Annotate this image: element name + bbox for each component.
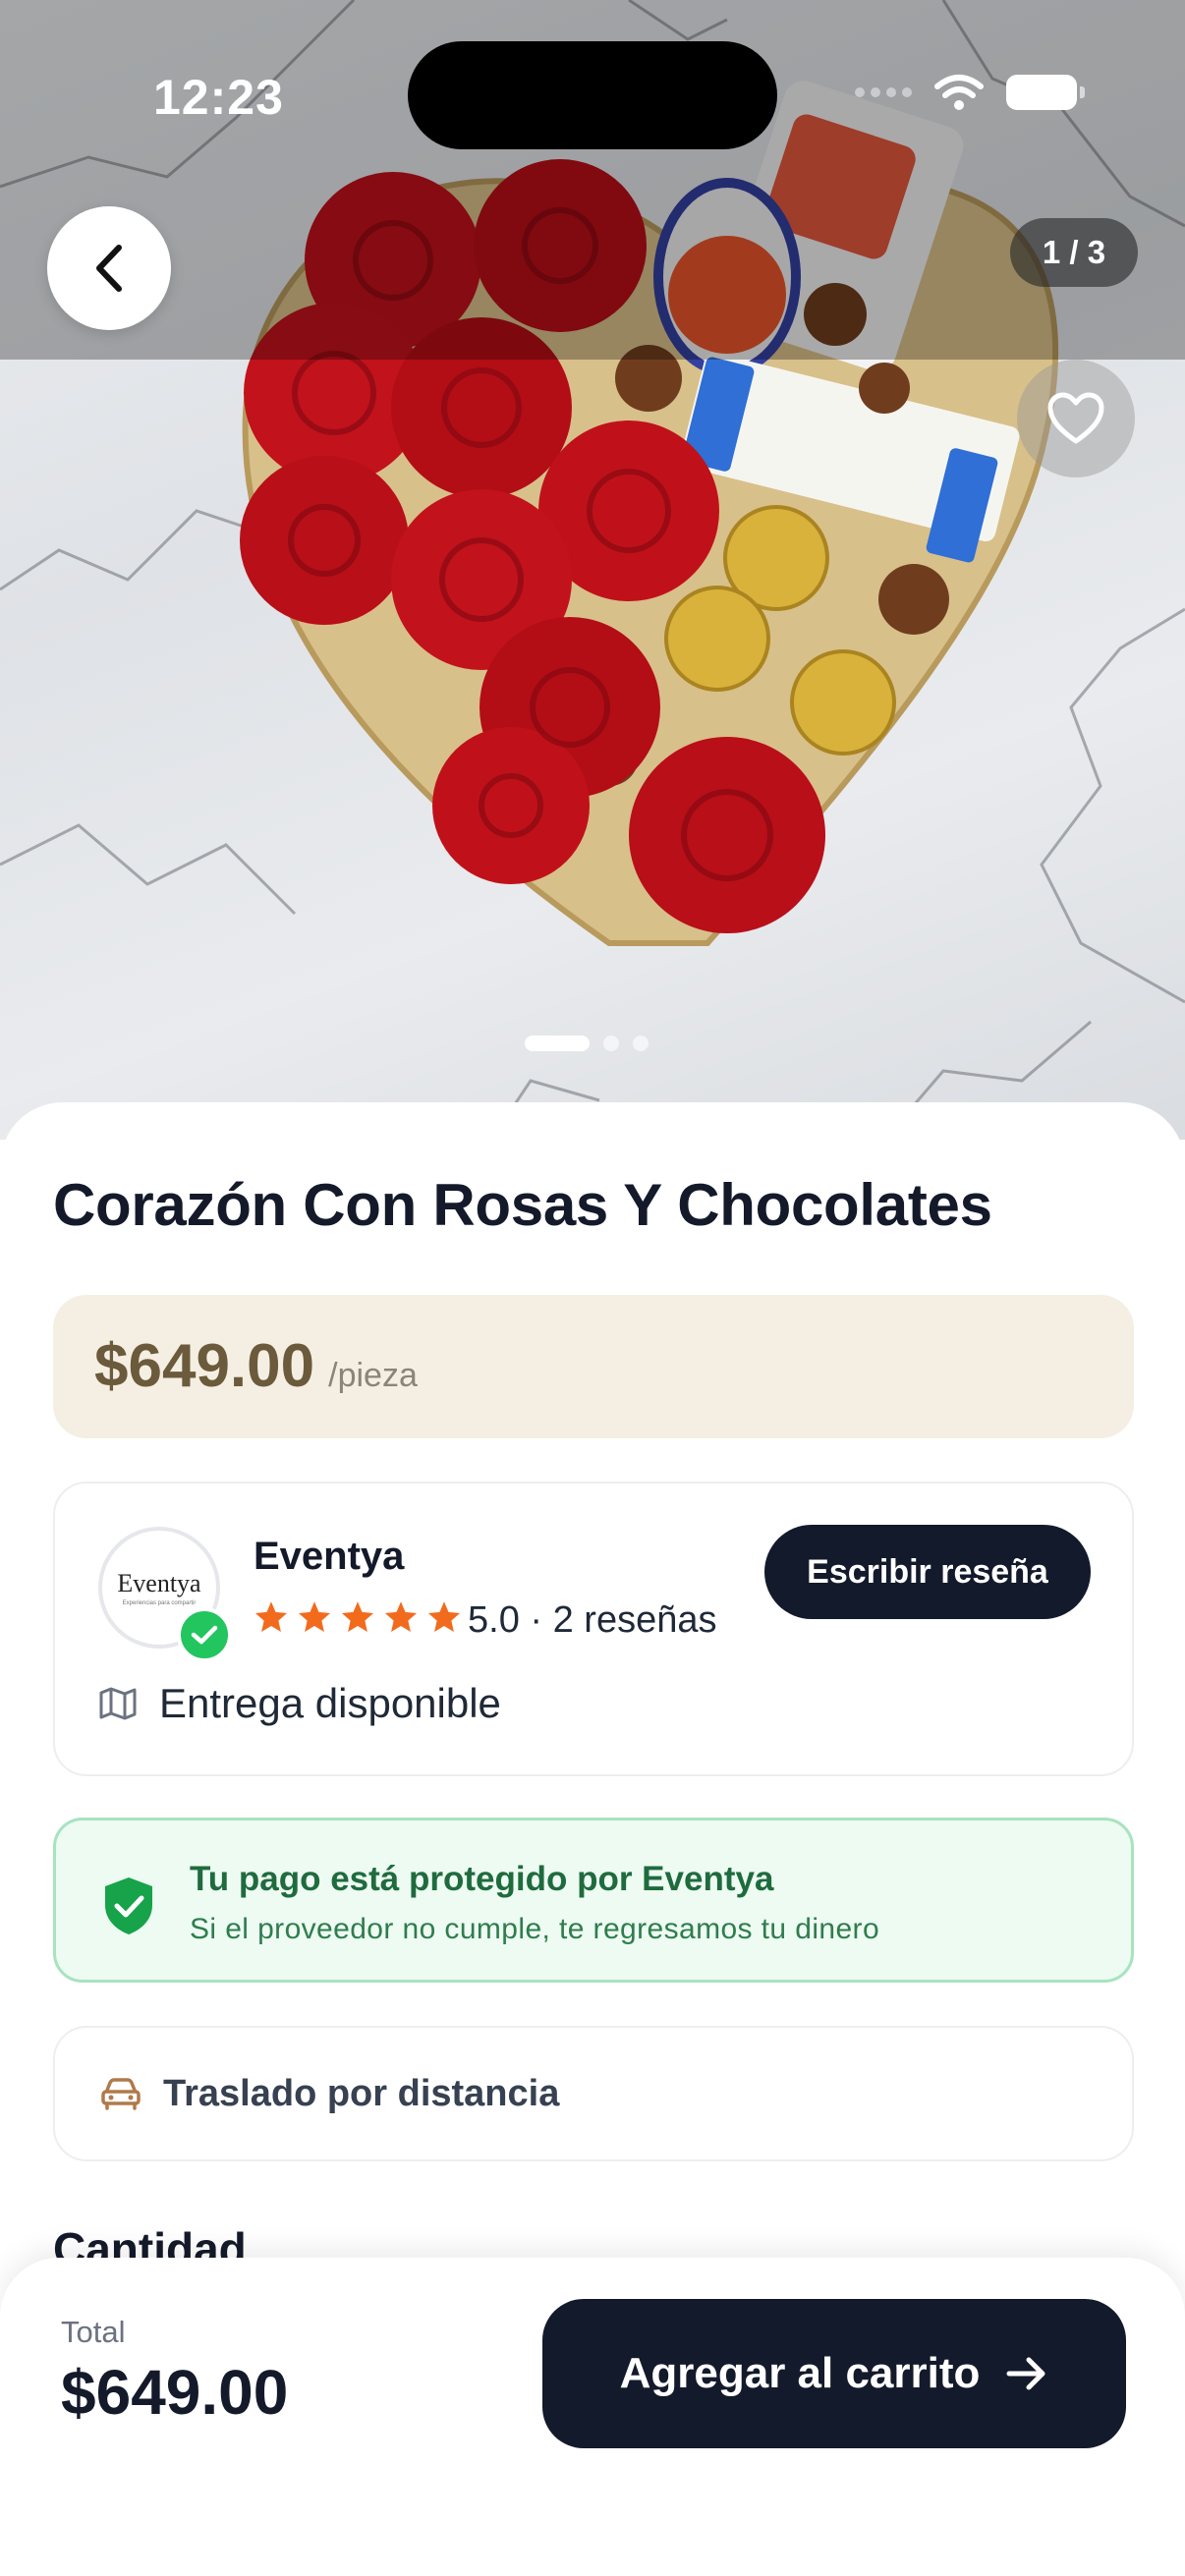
check-icon <box>191 1625 218 1645</box>
product-image-gallery[interactable] <box>0 0 1185 1140</box>
pagination-dot-active[interactable] <box>525 1036 590 1051</box>
battery-icon <box>1006 75 1085 110</box>
star-icon <box>427 1601 461 1632</box>
map-icon <box>99 1687 137 1720</box>
price-box: $649.00 /pieza <box>53 1295 1134 1438</box>
payment-protection-banner: Tu pago está protegido por Eventya Si el… <box>53 1818 1134 1983</box>
back-button[interactable] <box>47 206 171 330</box>
price-unit: /pieza <box>328 1357 418 1394</box>
dynamic-island <box>408 41 777 149</box>
shipping-info[interactable]: Traslado por distancia <box>53 2026 1134 2161</box>
status-time: 12:23 <box>153 70 284 125</box>
product-price: $649.00 <box>94 1332 315 1400</box>
write-review-button[interactable]: Escribir reseña <box>764 1525 1091 1619</box>
shipping-label: Traslado por distancia <box>163 2072 560 2114</box>
cellular-signal-icon <box>855 87 912 97</box>
vendor-logo-tagline: Experiencias para compartir <box>122 1600 197 1606</box>
rating-stars <box>254 1599 462 1635</box>
status-indicators <box>855 73 1085 112</box>
pagination-dot[interactable] <box>633 1036 649 1051</box>
car-icon <box>101 2078 141 2110</box>
add-to-cart-label: Agregar al carrito <box>619 2349 981 2397</box>
vendor-card[interactable]: Eventya Experiencias para compartir Even… <box>53 1482 1134 1776</box>
protection-subtitle: Si el proveedor no cumple, te regresamos… <box>190 1913 880 1945</box>
star-icon <box>298 1601 331 1632</box>
protection-title: Tu pago está protegido por Eventya <box>190 1860 774 1898</box>
delivery-label: Entrega disponible <box>159 1680 501 1726</box>
vendor-logo-text: Eventya <box>117 1569 201 1597</box>
image-counter: 1 / 3 <box>1010 218 1138 287</box>
star-icon <box>384 1601 418 1632</box>
delivery-info: Entrega disponible <box>98 1680 501 1727</box>
vendor-name[interactable]: Eventya <box>254 1535 404 1579</box>
pagination-dot[interactable] <box>603 1036 619 1051</box>
product-title: Corazón Con Rosas Y Chocolates <box>53 1172 992 1238</box>
rating-summary[interactable]: 5.0 · 2 reseñas <box>468 1599 716 1642</box>
favorite-button[interactable] <box>1017 360 1135 477</box>
gallery-pagination <box>525 1036 649 1051</box>
total-value: $649.00 <box>61 2357 289 2428</box>
checkout-bar: Total $649.00 Agregar al carrito <box>0 2258 1185 2576</box>
heart-icon <box>1047 392 1104 444</box>
add-to-cart-button[interactable]: Agregar al carrito <box>542 2299 1126 2448</box>
star-icon <box>341 1601 374 1632</box>
star-icon <box>254 1601 288 1632</box>
wifi-icon <box>934 75 984 110</box>
verified-badge <box>177 1607 232 1662</box>
shield-check-icon <box>105 1877 152 1934</box>
arrow-right-icon <box>1006 2357 1045 2390</box>
total-label: Total <box>61 2315 126 2349</box>
chevron-left-icon <box>96 245 122 292</box>
